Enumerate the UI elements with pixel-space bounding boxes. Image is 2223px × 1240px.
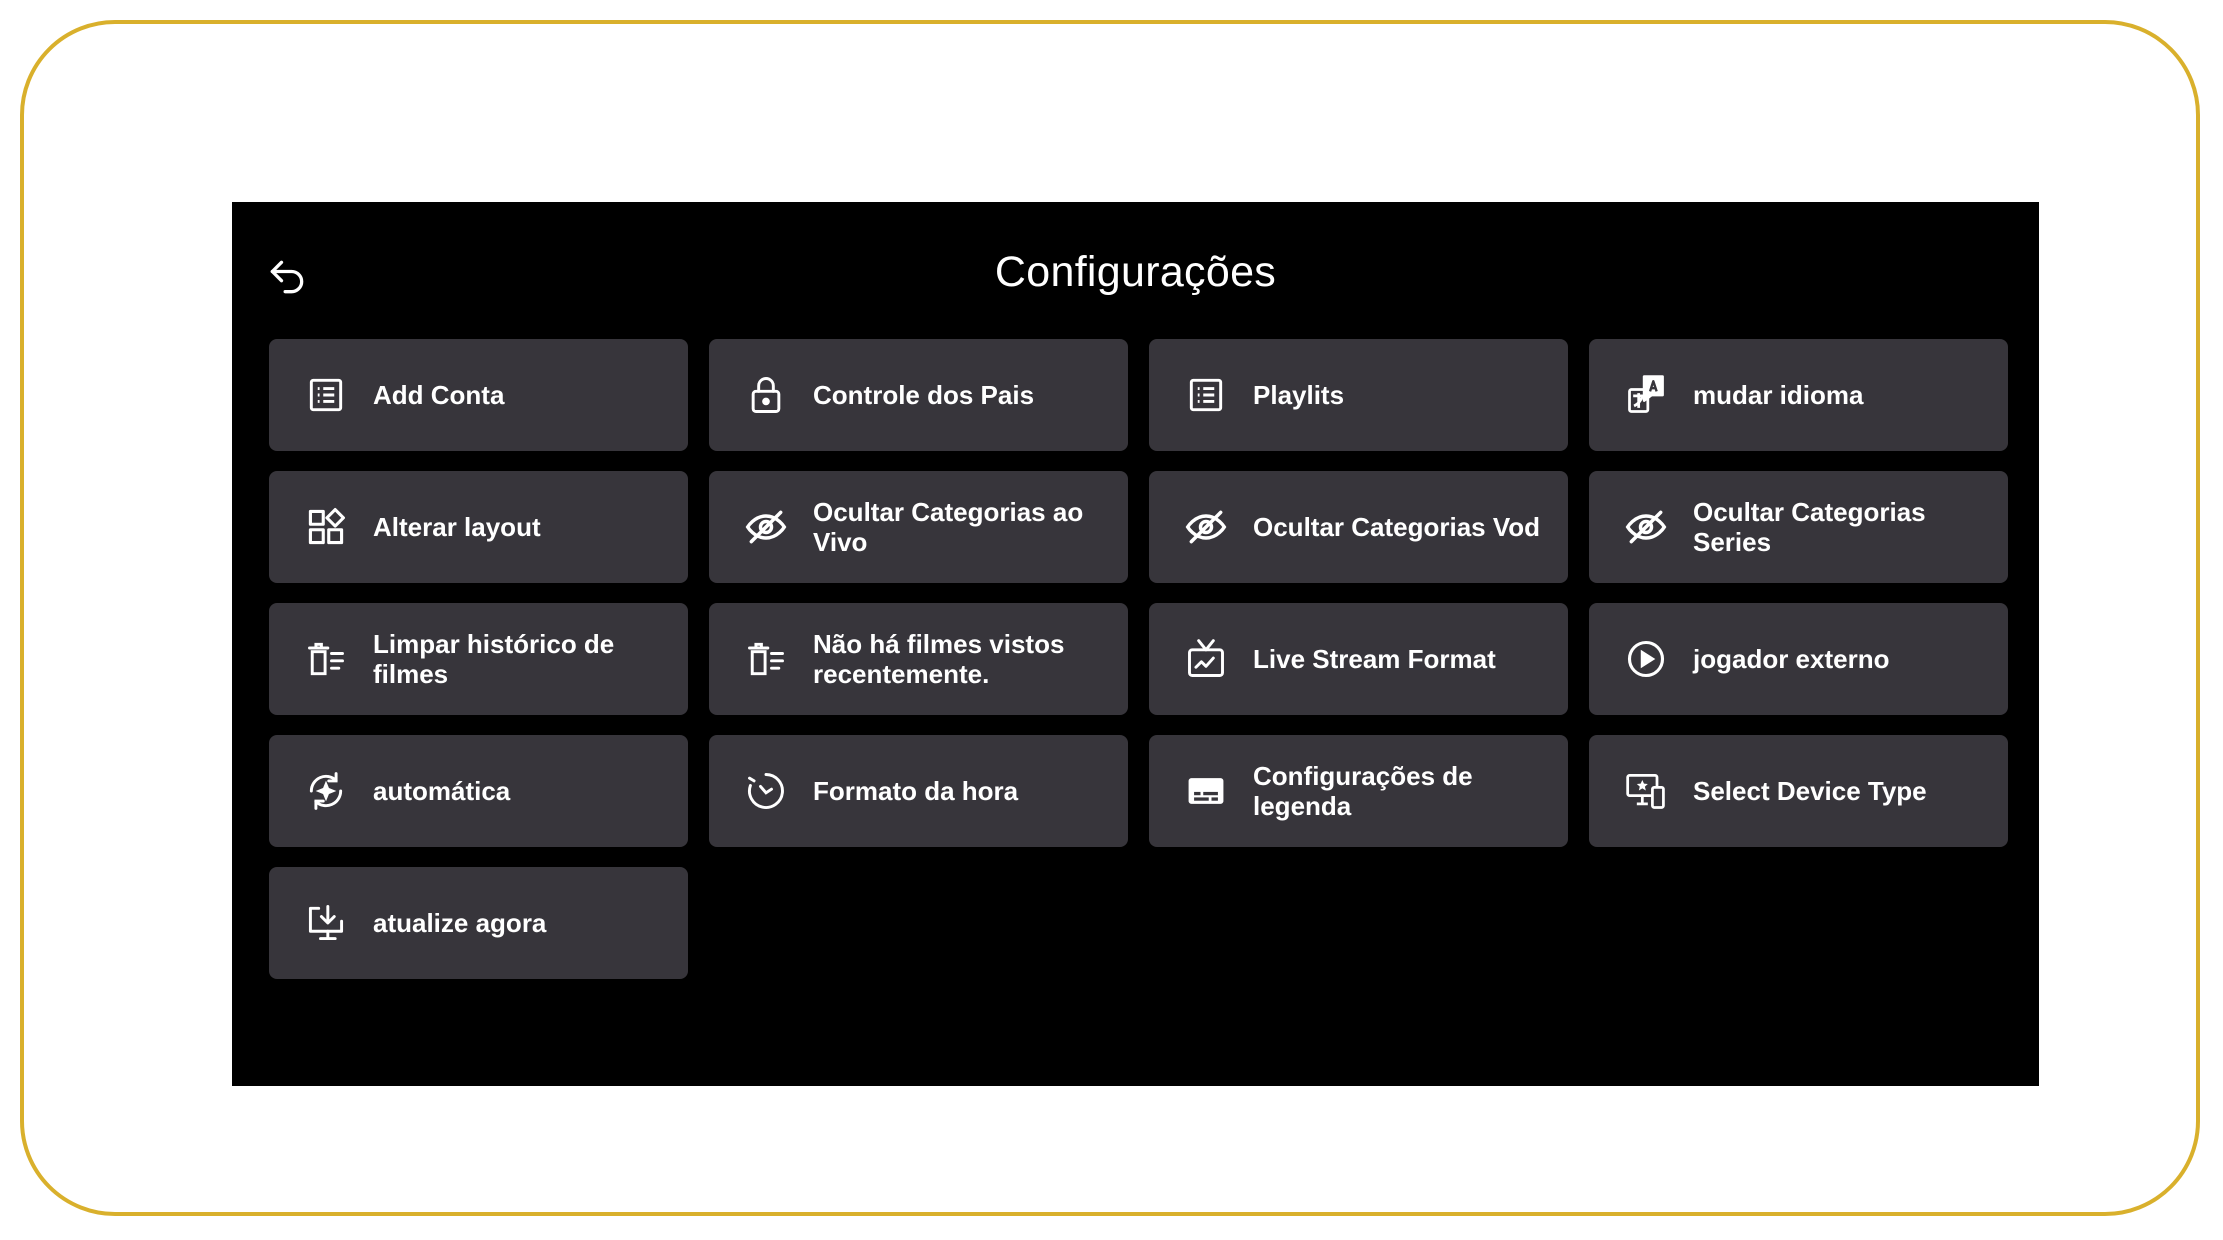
tile-automatica[interactable]: automática [269, 735, 688, 847]
tile-alterar-layout[interactable]: Alterar layout [269, 471, 688, 583]
tile-ocultar-categorias-vod[interactable]: Ocultar Categorias Vod [1149, 471, 1568, 583]
tile-label: Controle dos Pais [813, 380, 1035, 410]
translate-icon [1623, 372, 1669, 418]
tile-label: Limpar histórico de filmes [373, 629, 615, 689]
list-icon [1183, 372, 1229, 418]
lock-icon [743, 372, 789, 418]
tile-label: Não há filmes vistos recentemente. [813, 629, 1065, 689]
tile-label: mudar idioma [1693, 380, 1864, 410]
tile-label: automática [373, 776, 511, 806]
clear-history-icon [743, 636, 789, 682]
download-update-icon [303, 900, 349, 946]
subtitles-icon [1183, 768, 1229, 814]
eye-off-icon [743, 504, 789, 550]
tile-label: atualize agora [373, 908, 547, 938]
tile-nao-ha-filmes[interactable]: Não há filmes vistos recentemente. [709, 603, 1128, 715]
auto-refresh-icon [303, 768, 349, 814]
layout-icon [303, 504, 349, 550]
play-circle-icon [1623, 636, 1669, 682]
tile-label: Configurações de legenda [1253, 761, 1473, 821]
device-frame: Configurações Add Conta Controle dos Pai… [20, 20, 2200, 1216]
tile-formato-da-hora[interactable]: Formato da hora [709, 735, 1128, 847]
tile-label: Ocultar Categorias Series [1693, 497, 1926, 557]
tile-label: Add Conta [373, 380, 505, 410]
tile-live-stream-format[interactable]: Live Stream Format [1149, 603, 1568, 715]
tile-label: Alterar layout [373, 512, 541, 542]
tile-label: Formato da hora [813, 776, 1019, 806]
tile-ocultar-categorias-series[interactable]: Ocultar Categorias Series [1589, 471, 2008, 583]
tile-label: Playlits [1253, 380, 1345, 410]
tile-limpar-historico[interactable]: Limpar histórico de filmes [269, 603, 688, 715]
tile-label: Ocultar Categorias ao Vivo [813, 497, 1084, 557]
tile-mudar-idioma[interactable]: mudar idioma [1589, 339, 2008, 451]
page-title: Configurações [994, 248, 1277, 296]
tile-jogador-externo[interactable]: jogador externo [1589, 603, 2008, 715]
eye-off-icon [1623, 504, 1669, 550]
list-icon [303, 372, 349, 418]
tile-configuracoes-de-legenda[interactable]: Configurações de legenda [1149, 735, 1568, 847]
tile-playlits[interactable]: Playlits [1149, 339, 1568, 451]
tile-atualize-agora[interactable]: atualize agora [269, 867, 688, 979]
tile-ocultar-categorias-ao-vivo[interactable]: Ocultar Categorias ao Vivo [709, 471, 1128, 583]
clear-history-icon [303, 636, 349, 682]
tile-label: jogador externo [1693, 644, 1890, 674]
clock-icon [743, 768, 789, 814]
tile-select-device-type[interactable]: Select Device Type [1589, 735, 2008, 847]
tile-label: Select Device Type [1693, 776, 1927, 806]
tv-icon [1183, 636, 1229, 682]
settings-screen: Configurações Add Conta Controle dos Pai… [232, 202, 2039, 1086]
tile-add-conta[interactable]: Add Conta [269, 339, 688, 451]
tile-controle-dos-pais[interactable]: Controle dos Pais [709, 339, 1128, 451]
eye-off-icon [1183, 504, 1229, 550]
tile-label: Ocultar Categorias Vod [1253, 512, 1541, 542]
tile-label: Live Stream Format [1253, 644, 1496, 674]
settings-grid: Add Conta Controle dos Pais Playlits mud… [269, 339, 2008, 979]
device-type-icon [1623, 768, 1669, 814]
